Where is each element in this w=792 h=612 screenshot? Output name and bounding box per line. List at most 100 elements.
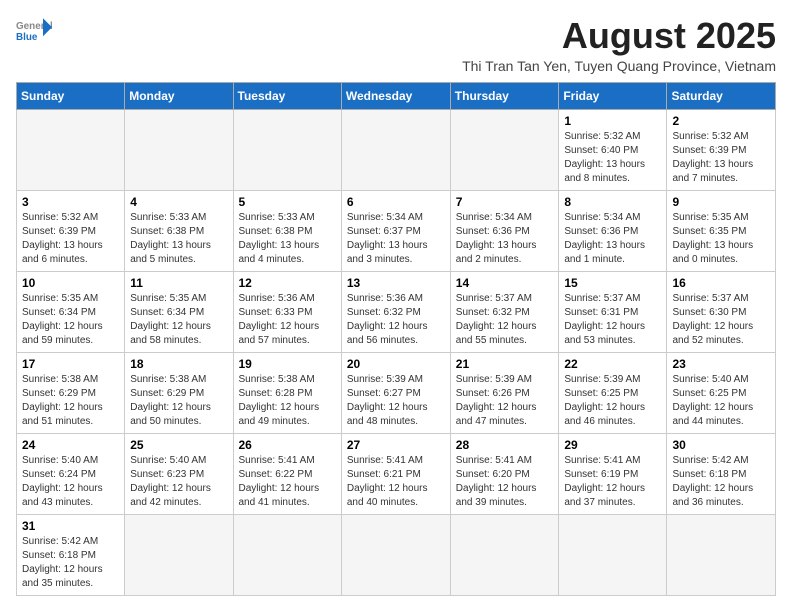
day-number: 29 <box>564 438 661 452</box>
day-info: Sunrise: 5:34 AM Sunset: 6:37 PM Dayligh… <box>347 211 445 267</box>
day-info: Sunrise: 5:35 AM Sunset: 6:34 PM Dayligh… <box>130 292 227 348</box>
calendar-cell: 13 Sunrise: 5:36 AM Sunset: 6:32 PM Dayli… <box>341 271 450 352</box>
logo: General Blue <box>16 16 52 44</box>
calendar-week-5: 31 Sunrise: 5:42 AM Sunset: 6:18 PM Dayli… <box>17 514 776 595</box>
day-info: Sunrise: 5:41 AM Sunset: 6:19 PM Dayligh… <box>564 454 661 510</box>
day-info: Sunrise: 5:35 AM Sunset: 6:35 PM Dayligh… <box>672 211 770 267</box>
calendar-cell <box>341 109 450 190</box>
day-number: 15 <box>564 276 661 290</box>
calendar-week-4: 24 Sunrise: 5:40 AM Sunset: 6:24 PM Dayli… <box>17 433 776 514</box>
calendar-cell <box>667 514 776 595</box>
day-info: Sunrise: 5:33 AM Sunset: 6:38 PM Dayligh… <box>239 211 336 267</box>
day-number: 11 <box>130 276 227 290</box>
calendar-week-1: 3 Sunrise: 5:32 AM Sunset: 6:39 PM Daylig… <box>17 190 776 271</box>
day-number: 26 <box>239 438 336 452</box>
weekday-header-sunday: Sunday <box>17 82 125 109</box>
calendar-week-0: 1 Sunrise: 5:32 AM Sunset: 6:40 PM Daylig… <box>17 109 776 190</box>
calendar-cell: 1 Sunrise: 5:32 AM Sunset: 6:40 PM Daylig… <box>559 109 667 190</box>
weekday-header-monday: Monday <box>125 82 233 109</box>
calendar-cell: 5Sunrise: 5:33 AM Sunset: 6:38 PM Daylig… <box>233 190 341 271</box>
weekday-header-thursday: Thursday <box>450 82 559 109</box>
day-info: Sunrise: 5:32 AM Sunset: 6:40 PM Dayligh… <box>564 130 661 186</box>
calendar-week-3: 17 Sunrise: 5:38 AM Sunset: 6:29 PM Dayli… <box>17 352 776 433</box>
day-number: 27 <box>347 438 445 452</box>
day-info: Sunrise: 5:35 AM Sunset: 6:34 PM Dayligh… <box>22 292 119 348</box>
header: General Blue August 2025 Thi Tran Tan Ye… <box>16 16 776 74</box>
day-number: 12 <box>239 276 336 290</box>
calendar-cell: 11 Sunrise: 5:35 AM Sunset: 6:34 PM Dayli… <box>125 271 233 352</box>
calendar-cell: 15Sunrise: 5:37 AM Sunset: 6:31 PM Dayli… <box>559 271 667 352</box>
calendar-cell: 4Sunrise: 5:33 AM Sunset: 6:38 PM Daylig… <box>125 190 233 271</box>
day-number: 7 <box>456 195 554 209</box>
day-info: Sunrise: 5:37 AM Sunset: 6:30 PM Dayligh… <box>672 292 770 348</box>
svg-text:Blue: Blue <box>16 32 38 43</box>
day-number: 21 <box>456 357 554 371</box>
day-number: 3 <box>22 195 119 209</box>
day-number: 18 <box>130 357 227 371</box>
calendar-cell <box>450 514 559 595</box>
day-number: 16 <box>672 276 770 290</box>
day-number: 20 <box>347 357 445 371</box>
day-info: Sunrise: 5:32 AM Sunset: 6:39 PM Dayligh… <box>22 211 119 267</box>
day-info: Sunrise: 5:41 AM Sunset: 6:20 PM Dayligh… <box>456 454 554 510</box>
day-number: 19 <box>239 357 336 371</box>
day-info: Sunrise: 5:39 AM Sunset: 6:25 PM Dayligh… <box>564 373 661 429</box>
calendar-table: SundayMondayTuesdayWednesdayThursdayFrid… <box>16 82 776 596</box>
calendar-cell: 10Sunrise: 5:35 AM Sunset: 6:34 PM Dayli… <box>17 271 125 352</box>
calendar-cell <box>125 514 233 595</box>
day-number: 4 <box>130 195 227 209</box>
calendar-cell: 2 Sunrise: 5:32 AM Sunset: 6:39 PM Daylig… <box>667 109 776 190</box>
day-info: Sunrise: 5:37 AM Sunset: 6:32 PM Dayligh… <box>456 292 554 348</box>
day-info: Sunrise: 5:41 AM Sunset: 6:22 PM Dayligh… <box>239 454 336 510</box>
day-number: 28 <box>456 438 554 452</box>
day-number: 31 <box>22 519 119 533</box>
calendar-cell: 17 Sunrise: 5:38 AM Sunset: 6:29 PM Dayli… <box>17 352 125 433</box>
day-number: 8 <box>564 195 661 209</box>
calendar-cell: 21 Sunrise: 5:39 AM Sunset: 6:26 PM Dayli… <box>450 352 559 433</box>
calendar-cell: 31 Sunrise: 5:42 AM Sunset: 6:18 PM Dayli… <box>17 514 125 595</box>
calendar-cell: 30 Sunrise: 5:42 AM Sunset: 6:18 PM Dayli… <box>667 433 776 514</box>
day-number: 2 <box>672 114 770 128</box>
calendar-cell <box>341 514 450 595</box>
calendar-cell: 29 Sunrise: 5:41 AM Sunset: 6:19 PM Dayli… <box>559 433 667 514</box>
month-year-title: August 2025 <box>72 16 776 56</box>
day-info: Sunrise: 5:39 AM Sunset: 6:26 PM Dayligh… <box>456 373 554 429</box>
location-subtitle: Thi Tran Tan Yen, Tuyen Quang Province, … <box>72 58 776 74</box>
calendar-cell: 6Sunrise: 5:34 AM Sunset: 6:37 PM Daylig… <box>341 190 450 271</box>
weekday-header-row: SundayMondayTuesdayWednesdayThursdayFrid… <box>17 82 776 109</box>
day-info: Sunrise: 5:40 AM Sunset: 6:24 PM Dayligh… <box>22 454 119 510</box>
day-info: Sunrise: 5:36 AM Sunset: 6:33 PM Dayligh… <box>239 292 336 348</box>
day-number: 14 <box>456 276 554 290</box>
weekday-header-saturday: Saturday <box>667 82 776 109</box>
calendar-cell: 20Sunrise: 5:39 AM Sunset: 6:27 PM Dayli… <box>341 352 450 433</box>
day-number: 30 <box>672 438 770 452</box>
day-info: Sunrise: 5:42 AM Sunset: 6:18 PM Dayligh… <box>22 535 119 591</box>
weekday-header-wednesday: Wednesday <box>341 82 450 109</box>
day-info: Sunrise: 5:42 AM Sunset: 6:18 PM Dayligh… <box>672 454 770 510</box>
day-number: 9 <box>672 195 770 209</box>
day-info: Sunrise: 5:32 AM Sunset: 6:39 PM Dayligh… <box>672 130 770 186</box>
calendar-week-2: 10Sunrise: 5:35 AM Sunset: 6:34 PM Dayli… <box>17 271 776 352</box>
calendar-cell: 26 Sunrise: 5:41 AM Sunset: 6:22 PM Dayli… <box>233 433 341 514</box>
day-info: Sunrise: 5:34 AM Sunset: 6:36 PM Dayligh… <box>564 211 661 267</box>
day-info: Sunrise: 5:36 AM Sunset: 6:32 PM Dayligh… <box>347 292 445 348</box>
day-info: Sunrise: 5:41 AM Sunset: 6:21 PM Dayligh… <box>347 454 445 510</box>
calendar-cell: 14 Sunrise: 5:37 AM Sunset: 6:32 PM Dayli… <box>450 271 559 352</box>
day-number: 22 <box>564 357 661 371</box>
calendar-cell: 12 Sunrise: 5:36 AM Sunset: 6:33 PM Dayli… <box>233 271 341 352</box>
calendar-cell: 3 Sunrise: 5:32 AM Sunset: 6:39 PM Daylig… <box>17 190 125 271</box>
calendar-cell <box>233 109 341 190</box>
day-number: 17 <box>22 357 119 371</box>
day-info: Sunrise: 5:38 AM Sunset: 6:29 PM Dayligh… <box>22 373 119 429</box>
day-number: 1 <box>564 114 661 128</box>
calendar-cell: 23Sunrise: 5:40 AM Sunset: 6:25 PM Dayli… <box>667 352 776 433</box>
calendar-cell: 27 Sunrise: 5:41 AM Sunset: 6:21 PM Dayli… <box>341 433 450 514</box>
calendar-cell <box>559 514 667 595</box>
calendar-cell: 24 Sunrise: 5:40 AM Sunset: 6:24 PM Dayli… <box>17 433 125 514</box>
day-number: 24 <box>22 438 119 452</box>
calendar-cell: 7Sunrise: 5:34 AM Sunset: 6:36 PM Daylig… <box>450 190 559 271</box>
calendar-cell: 8 Sunrise: 5:34 AM Sunset: 6:36 PM Daylig… <box>559 190 667 271</box>
calendar-cell: 28 Sunrise: 5:41 AM Sunset: 6:20 PM Dayli… <box>450 433 559 514</box>
day-info: Sunrise: 5:40 AM Sunset: 6:23 PM Dayligh… <box>130 454 227 510</box>
day-number: 13 <box>347 276 445 290</box>
